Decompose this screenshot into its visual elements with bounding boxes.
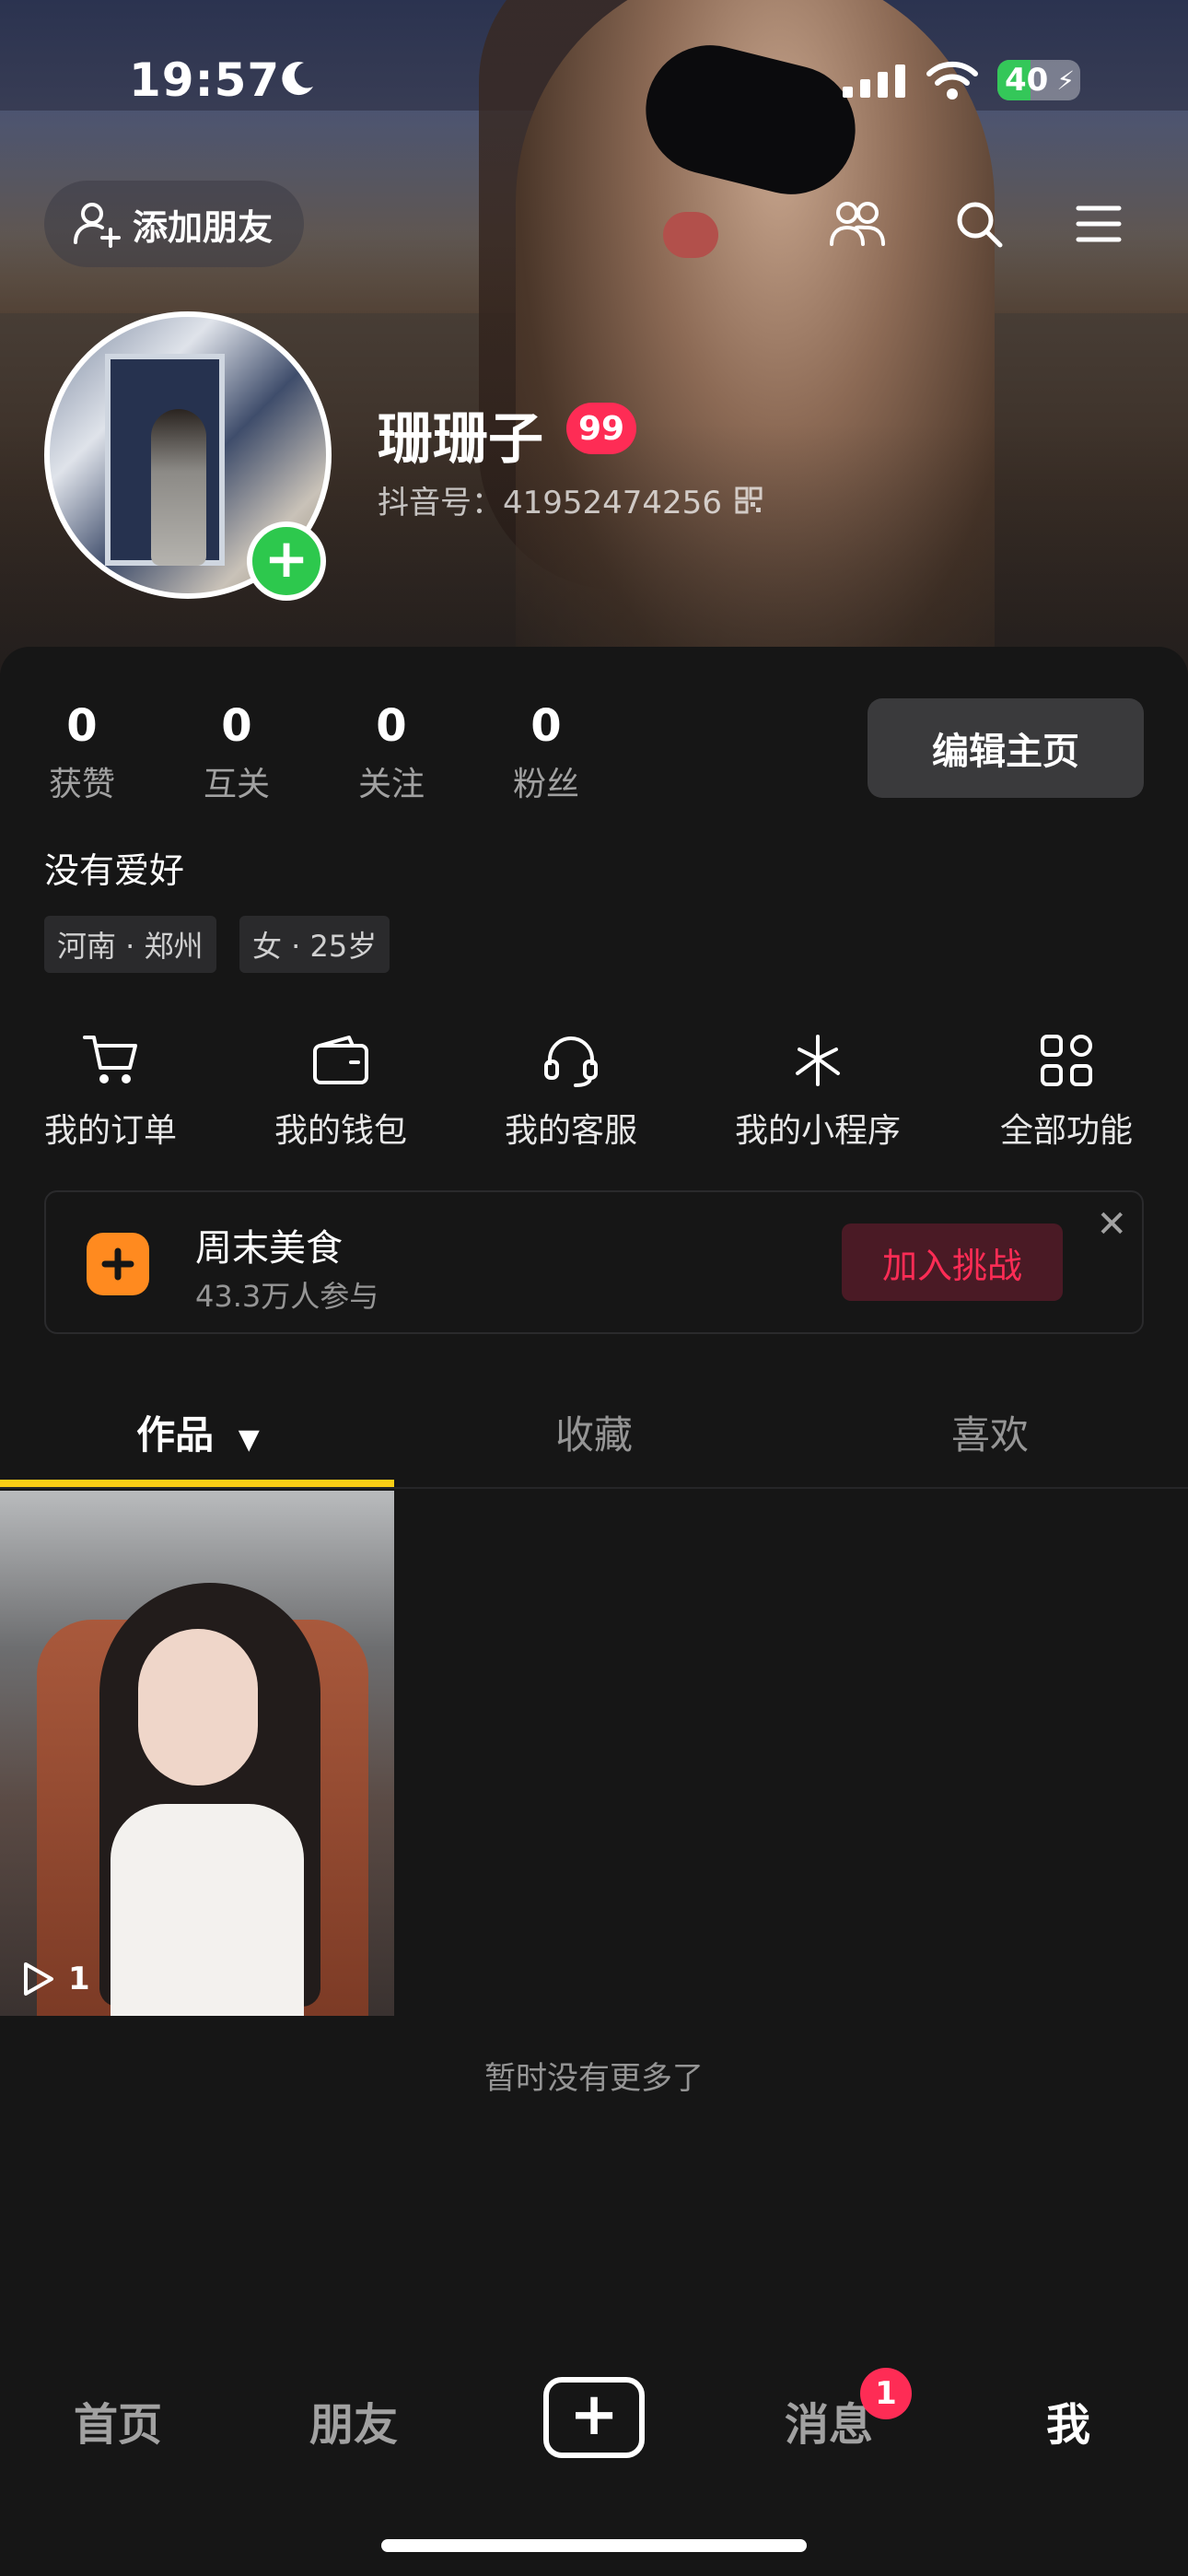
stat-value: 0 — [376, 700, 407, 752]
stat-value: 0 — [221, 700, 252, 752]
shortcut-wallet[interactable]: 我的钱包 — [274, 1028, 407, 1157]
tab-favorites[interactable]: 收藏 — [396, 1404, 792, 1460]
qr-code-icon — [735, 486, 763, 513]
home-indicator[interactable] — [381, 2539, 807, 2552]
stat-label: 获赞 — [48, 766, 115, 803]
content-tabs: 作品 ▼ 收藏 喜欢 — [0, 1373, 1188, 1489]
shortcut-label: 全部功能 — [1000, 1112, 1134, 1150]
grid-icon — [1034, 1028, 1099, 1093]
profile-bio[interactable]: 没有爱好 — [44, 842, 184, 893]
wifi-icon — [926, 61, 978, 100]
level-badge[interactable]: 99 — [566, 403, 636, 454]
friends-icon[interactable] — [825, 192, 890, 256]
challenge-card[interactable]: 周末美食 43.3万人参与 加入挑战 ✕ — [44, 1190, 1144, 1334]
challenge-title: 周末美食 — [195, 1227, 343, 1270]
nav-me[interactable]: 我 — [1046, 2388, 1090, 2453]
add-story-button[interactable]: + — [247, 521, 326, 601]
stat-label: 粉丝 — [512, 766, 579, 803]
plus-icon: + — [569, 2381, 619, 2449]
banner-lips — [663, 212, 718, 258]
play-count-text: 1 — [68, 1961, 90, 1997]
shortcut-service[interactable]: 我的客服 — [505, 1028, 637, 1157]
signal-icon — [843, 64, 905, 98]
create-button[interactable]: + — [543, 2377, 645, 2458]
play-count: 1 — [20, 1961, 90, 1997]
battery-text: 40 — [1005, 62, 1049, 99]
tab-active-indicator — [0, 1480, 394, 1487]
edit-profile-button[interactable]: 编辑主页 — [868, 698, 1144, 798]
avatar-person — [151, 409, 206, 566]
status-bar: 19:57 40 ⚡ — [0, 46, 1188, 120]
play-icon — [24, 1962, 53, 1996]
add-user-icon — [74, 203, 121, 248]
shortcut-orders[interactable]: 我的订单 — [44, 1028, 177, 1157]
search-icon[interactable] — [947, 192, 1011, 256]
chevron-down-icon: ▼ — [238, 1423, 260, 1456]
shortcut-label: 我的客服 — [505, 1112, 638, 1150]
cart-icon — [78, 1028, 143, 1093]
shortcut-label: 我的订单 — [44, 1112, 178, 1150]
miniprogram-icon — [786, 1028, 850, 1093]
tab-likes[interactable]: 喜欢 — [792, 1404, 1188, 1460]
stat-label: 互关 — [203, 766, 270, 803]
plus-icon: + — [263, 527, 309, 590]
thumb-face — [138, 1629, 258, 1786]
status-time: 19:57 — [129, 53, 281, 107]
stat-following[interactable]: 0 关注 — [336, 700, 447, 805]
messages-badge: 1 — [860, 2368, 912, 2419]
nav-home[interactable]: 首页 — [74, 2388, 162, 2453]
join-challenge-button[interactable]: 加入挑战 — [842, 1224, 1063, 1301]
profile-name: 珊珊子 — [378, 407, 543, 472]
challenge-participants: 43.3万人参与 — [195, 1279, 379, 1314]
video-thumbnail[interactable]: 1 — [0, 1491, 394, 2016]
headset-icon — [539, 1028, 603, 1093]
tab-label: 作品 — [136, 1412, 215, 1458]
battery-indicator: 40 ⚡ — [997, 60, 1080, 100]
shortcut-label: 我的小程序 — [735, 1112, 902, 1150]
add-friend-label: 添加朋友 — [133, 206, 274, 248]
thumb-top — [111, 1804, 304, 2016]
location-tag[interactable]: 河南 · 郑州 — [44, 916, 216, 973]
nav-friends[interactable]: 朋友 — [309, 2388, 398, 2453]
stat-followers[interactable]: 0 粉丝 — [491, 700, 601, 805]
stat-likes[interactable]: 0 获赞 — [27, 700, 137, 805]
menu-icon[interactable] — [1066, 192, 1131, 256]
charging-icon: ⚡ — [1056, 65, 1075, 96]
stat-label: 关注 — [357, 766, 425, 803]
wallet-icon — [309, 1028, 373, 1093]
douyin-id-text: 抖音号：41952474256 — [378, 485, 722, 521]
stat-mutual[interactable]: 0 互关 — [181, 700, 292, 805]
challenge-icon — [87, 1233, 149, 1295]
tab-works[interactable]: 作品 ▼ — [0, 1404, 396, 1460]
shortcut-miniprogram[interactable]: 我的小程序 — [735, 1028, 901, 1157]
shortcut-label: 我的钱包 — [274, 1112, 408, 1150]
add-friend-button[interactable]: 添加朋友 — [44, 181, 305, 267]
bottom-nav: 首页 朋友 + 消息 我 — [0, 2340, 1188, 2488]
stat-value: 0 — [530, 700, 562, 752]
moon-icon — [282, 62, 313, 96]
close-icon[interactable]: ✕ — [1096, 1203, 1127, 1246]
stat-value: 0 — [66, 700, 98, 752]
feed-end-text: 暂时没有更多了 — [484, 2060, 704, 2097]
douyin-id[interactable]: 抖音号：41952474256 — [378, 477, 763, 522]
gender-age-tag[interactable]: 女 · 25岁 — [239, 916, 390, 973]
shortcut-all[interactable]: 全部功能 — [1000, 1028, 1133, 1157]
